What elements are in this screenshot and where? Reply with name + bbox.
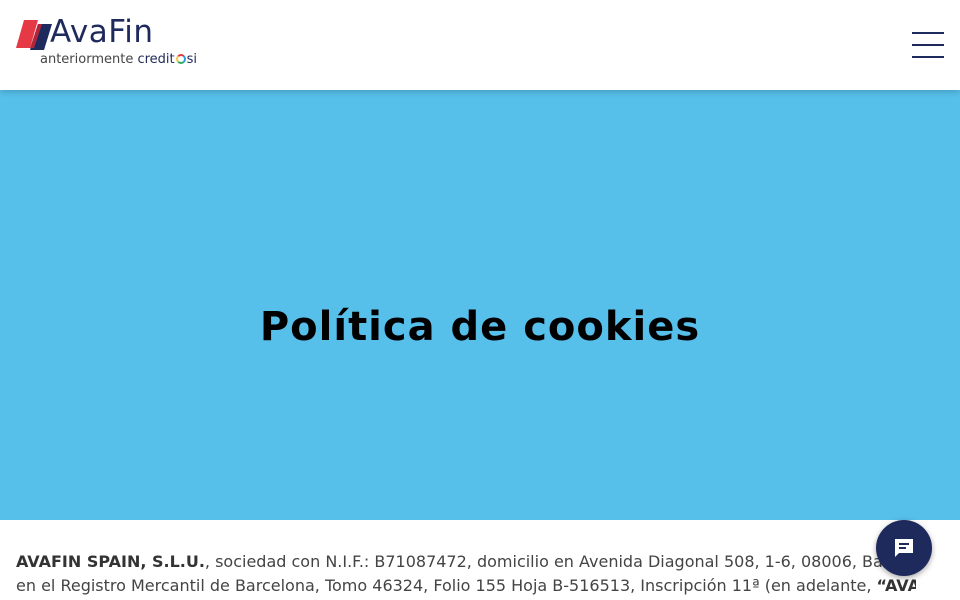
avafin-logo[interactable]: AvaFin anteriormente credit si xyxy=(16,14,216,70)
defined-term: “AVAFIN xyxy=(876,576,916,595)
logo-subtitle-prefix: anteriormente xyxy=(40,52,134,67)
site-header: AvaFin anteriormente credit si xyxy=(0,0,960,90)
paragraph-line-2: en el Registro Mercantil de Barcelona, T… xyxy=(16,574,916,598)
logo-subtitle: anteriormente credit si xyxy=(40,52,197,67)
logo-wordmark: AvaFin xyxy=(50,14,154,50)
chat-button[interactable] xyxy=(876,520,932,576)
logo-mark-icon xyxy=(16,20,52,50)
page-title: Política de cookies xyxy=(259,304,701,350)
registry-details: en el Registro Mercantil de Barcelona, T… xyxy=(16,576,877,595)
company-details: , sociedad con N.I.F.: B71087472, domici… xyxy=(204,552,916,571)
paragraph-line-1: AVAFIN SPAIN, S.L.U., sociedad con N.I.F… xyxy=(16,550,916,574)
company-name: AVAFIN SPAIN, S.L.U. xyxy=(16,552,205,571)
logo-subtitle-brand-a: credit xyxy=(137,52,175,67)
hamburger-menu-icon[interactable] xyxy=(912,30,944,60)
logo-subtitle-brand-b: si xyxy=(186,52,198,67)
creditosi-ring-icon xyxy=(175,54,186,64)
hero-banner: Política de cookies xyxy=(0,90,960,520)
chat-message-icon xyxy=(895,539,913,557)
legal-intro-paragraph: AVAFIN SPAIN, S.L.U., sociedad con N.I.F… xyxy=(16,550,916,598)
